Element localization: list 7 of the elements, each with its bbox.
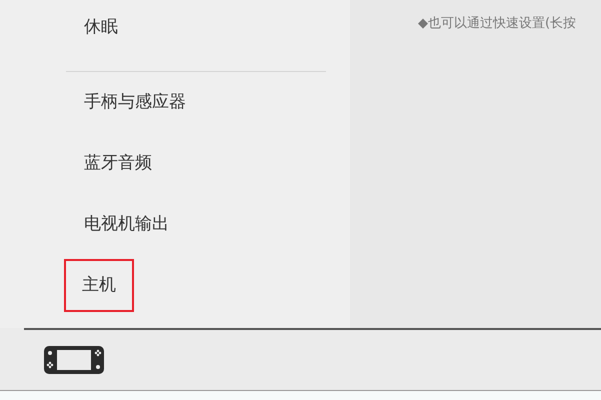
- hint-text: ◆也可以通过快速设置(长按: [418, 16, 576, 31]
- sidebar-item[interactable]: 手柄与感应器: [66, 90, 204, 116]
- sidebar-item[interactable]: 休眠: [66, 14, 136, 40]
- sidebar-item[interactable]: 蓝牙音频: [66, 150, 170, 176]
- console-icon: [44, 346, 104, 374]
- sidebar-item[interactable]: 主机: [64, 258, 134, 312]
- sidebar-item[interactable]: 电视机输出: [66, 212, 187, 238]
